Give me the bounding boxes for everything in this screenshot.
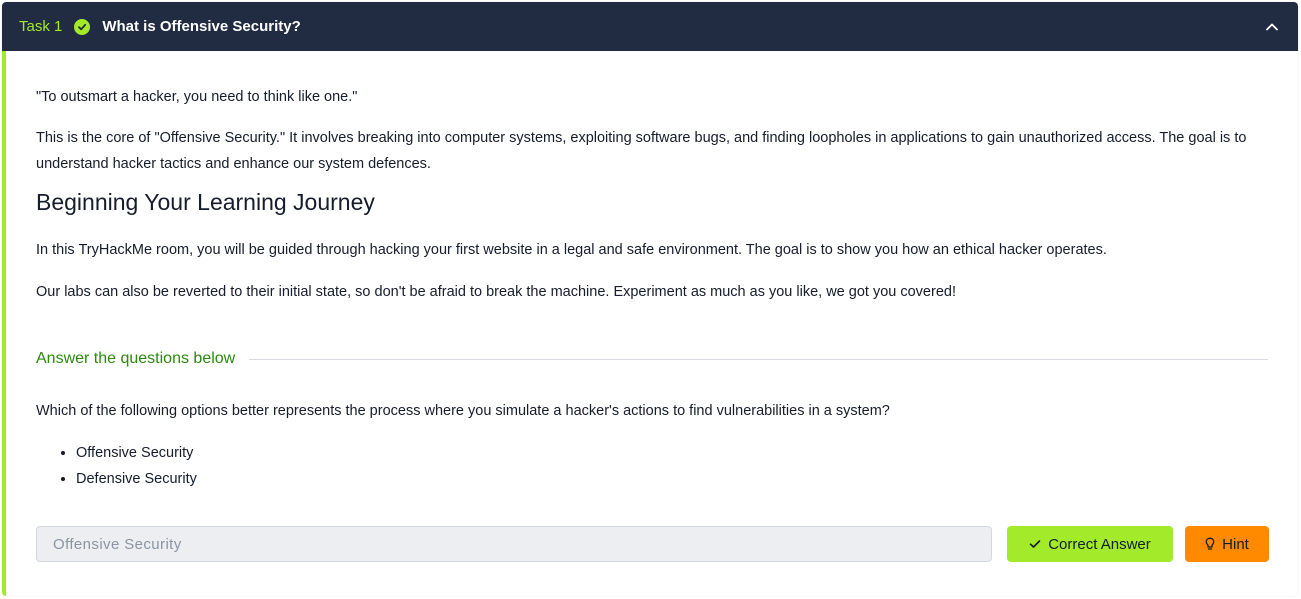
question-text: Which of the following options better re… [36,403,890,419]
task-title: What is Offensive Security? [102,18,301,35]
intro-paragraph: This is the core of "Offensive Security.… [36,130,1247,172]
list-item: Defensive Security [76,466,197,492]
task-header[interactable]: Task 1 What is Offensive Security? [2,2,1298,51]
checkmark-icon [1029,539,1041,549]
answer-section-heading: Answer the questions below [36,350,1268,368]
options-list: Offensive Security Defensive Security [36,440,197,492]
correct-answer-label: Correct Answer [1048,535,1151,553]
list-item: Offensive Security [76,440,197,466]
divider [249,358,1268,360]
answer-input[interactable] [36,526,992,562]
lightbulb-icon [1205,537,1215,551]
check-circle-icon [74,18,91,35]
chevron-up-icon[interactable] [1262,17,1282,37]
quote-text: "To outsmart a hacker, you need to think… [36,89,358,105]
task-card: Task 1 What is Offensive Security? "To o… [2,2,1298,596]
task-body: "To outsmart a hacker, you need to think… [2,51,1298,596]
journey-paragraph: In this TryHackMe room, you will be guid… [36,242,1107,258]
labs-paragraph: Our labs can also be reverted to their i… [36,284,956,300]
task-number-label: Task 1 [19,18,63,35]
answer-row: Correct Answer Hint [36,526,1270,562]
hint-label: Hint [1222,535,1249,553]
answer-heading-text: Answer the questions below [36,350,236,367]
journey-heading: Beginning Your Learning Journey [36,189,375,215]
hint-button[interactable]: Hint [1185,526,1269,562]
correct-answer-button[interactable]: Correct Answer [1007,526,1173,562]
